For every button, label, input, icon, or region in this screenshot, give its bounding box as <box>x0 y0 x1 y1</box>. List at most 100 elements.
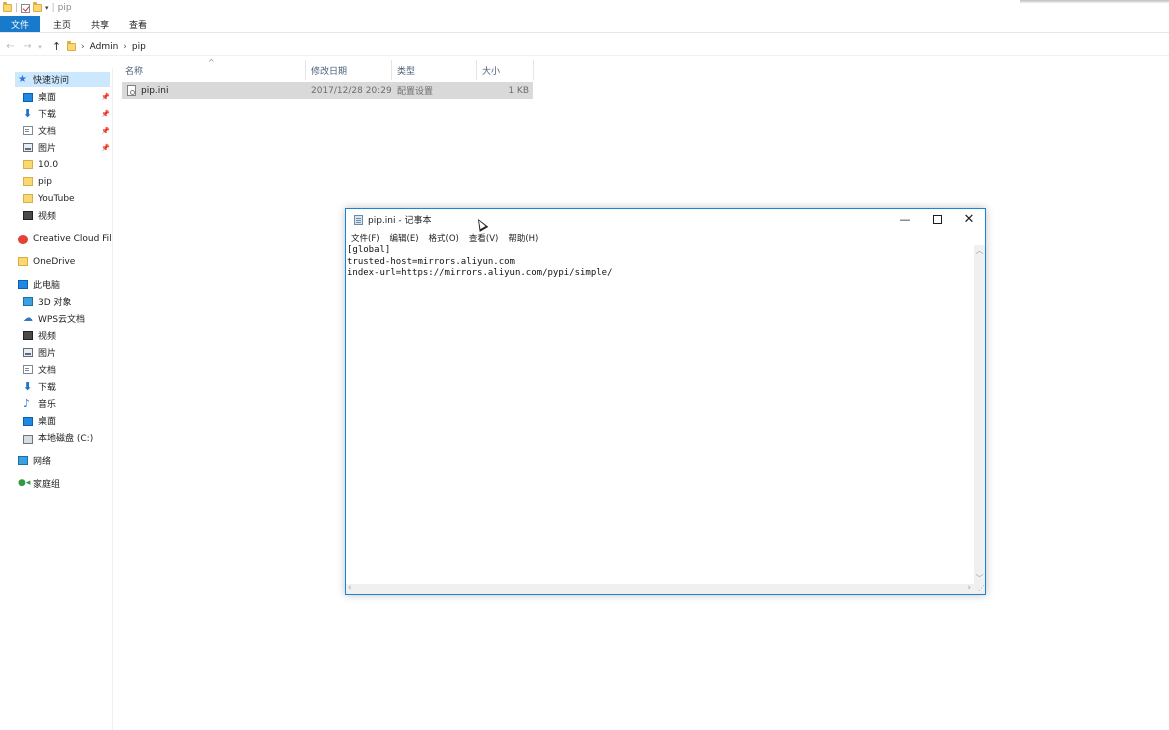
scroll-right-icon[interactable]: › <box>967 583 971 593</box>
pin-icon[interactable]: 📌 <box>101 144 110 152</box>
ribbon-tabs: 文件 主页 共享 查看 <box>0 16 1169 33</box>
sidebar-item-pc-pictures[interactable]: 图片 <box>23 345 56 360</box>
sidebar-item-desktop[interactable]: 桌面 <box>23 89 56 104</box>
vertical-scrollbar[interactable]: ︿ ﹀ <box>974 245 985 584</box>
sidebar-item-pc-desktop[interactable]: 桌面 <box>23 413 56 428</box>
notepad-title-bar[interactable]: pip.ini - 记事本 — ✕ <box>346 209 985 230</box>
notepad-title: pip.ini - 记事本 <box>368 216 432 226</box>
tab-home[interactable]: 主页 <box>43 16 81 32</box>
desktop-icon <box>23 416 33 426</box>
download-arrow-icon: ⬇ <box>23 107 33 120</box>
file-name: pip.ini <box>141 85 169 96</box>
document-icon <box>23 365 33 374</box>
column-header-type[interactable]: 类型 <box>392 60 477 80</box>
sidebar-item-quick-access[interactable]: ★ 快速访问 <box>15 72 110 87</box>
menu-view[interactable]: 查看(V) <box>469 232 498 244</box>
scroll-up-icon[interactable]: ︿ <box>974 245 985 256</box>
menu-edit[interactable]: 编辑(E) <box>390 232 419 244</box>
column-header-size[interactable]: 大小 <box>477 60 534 80</box>
sidebar-item-3d-objects[interactable]: 3D 对象 <box>23 294 72 309</box>
sidebar-item-music[interactable]: ♪ 音乐 <box>23 396 56 411</box>
horizontal-scrollbar[interactable]: ‹ › <box>346 583 974 594</box>
pin-icon[interactable]: 📌 <box>101 110 110 118</box>
sidebar-item-wps-cloud[interactable]: ☁ WPS云文档 <box>23 311 85 326</box>
maximize-button[interactable] <box>921 209 953 230</box>
folder-icon <box>3 2 12 12</box>
menu-format[interactable]: 格式(O) <box>429 232 459 244</box>
chevron-right-icon[interactable]: › <box>123 42 127 52</box>
sidebar-item-label: 下载 <box>38 110 57 120</box>
sidebar-item-pc-documents[interactable]: 文档 <box>23 362 56 377</box>
up-arrow-icon[interactable]: ↑ <box>50 40 63 53</box>
sidebar-item-documents[interactable]: 文档 <box>23 123 56 138</box>
column-header-date[interactable]: 修改日期 <box>306 60 392 80</box>
quick-access-toolbar: | ▾ | <box>3 2 55 13</box>
file-modified: 2017/12/28 20:29 <box>311 85 392 96</box>
address-bar: ← → ▾ ↑ › Admin › pip <box>0 38 1169 56</box>
close-button[interactable]: ✕ <box>953 209 985 230</box>
breadcrumb[interactable]: › Admin › pip <box>67 40 146 52</box>
notepad-icon[interactable] <box>354 214 363 225</box>
sidebar-item-onedrive[interactable]: OneDrive <box>18 254 75 269</box>
sidebar-item-label: 文档 <box>38 127 57 137</box>
scroll-left-icon[interactable]: ‹ <box>348 583 352 593</box>
sidebar-item-label: 视频 <box>38 332 57 342</box>
creative-cloud-icon <box>18 235 28 244</box>
breadcrumb-pip[interactable]: pip <box>132 42 146 52</box>
back-arrow-icon[interactable]: ← <box>4 41 17 52</box>
menu-file[interactable]: 文件(F) <box>351 232 380 244</box>
folder-icon <box>23 177 33 186</box>
tab-share[interactable]: 共享 <box>81 16 119 32</box>
resize-grip-icon[interactable]: ⋰ <box>974 584 985 594</box>
star-icon: ★ <box>18 74 27 85</box>
folder-icon <box>23 194 33 203</box>
sidebar-item-10-0[interactable]: 10.0 <box>23 157 58 172</box>
sidebar-item-label: 10.0 <box>38 159 59 170</box>
minimize-button[interactable]: — <box>889 209 921 230</box>
sidebar-item-downloads[interactable]: ⬇ 下载 <box>23 106 56 121</box>
scroll-down-icon[interactable]: ﹀ <box>974 573 985 584</box>
pin-icon[interactable]: 📌 <box>101 127 110 135</box>
tab-view[interactable]: 查看 <box>119 16 157 32</box>
chevron-right-icon[interactable]: › <box>81 42 85 52</box>
notepad-text-area[interactable]: [global] trusted-host=mirrors.aliyun.com… <box>346 245 974 584</box>
forward-arrow-icon[interactable]: → <box>21 41 34 52</box>
cloud-icon: ☁ <box>23 313 33 324</box>
video-icon <box>23 211 33 220</box>
sidebar-item-creative-cloud[interactable]: Creative Cloud Files <box>18 231 112 246</box>
download-arrow-icon: ⬇ <box>23 380 33 393</box>
sidebar-item-videos[interactable]: 视频 <box>23 208 56 223</box>
separator: | <box>15 3 19 13</box>
sidebar-item-youtube[interactable]: YouTube <box>23 191 75 206</box>
sidebar-item-label: 视频 <box>38 212 57 222</box>
pin-icon[interactable]: 📌 <box>101 93 110 101</box>
file-size: 1 KB <box>508 85 529 96</box>
sidebar-item-label: 文档 <box>38 366 57 376</box>
new-folder-icon[interactable] <box>33 2 43 12</box>
sort-ascending-icon: ^ <box>208 58 215 67</box>
sidebar-item-label: 图片 <box>38 349 57 359</box>
table-row[interactable]: pip.ini 2017/12/28 20:29 配置设置 1 KB <box>122 82 533 99</box>
sidebar-item-label: Creative Cloud Files <box>33 233 112 244</box>
sidebar-item-pictures[interactable]: 图片 <box>23 140 56 155</box>
sidebar-item-pc-downloads[interactable]: ⬇ 下载 <box>23 379 56 394</box>
sidebar-item-homegroup[interactable]: ●◂ 家庭组 <box>18 476 60 491</box>
properties-icon[interactable] <box>21 3 31 13</box>
music-note-icon: ♪ <box>23 397 31 410</box>
ini-file-icon <box>127 85 136 96</box>
sidebar-item-local-disk[interactable]: 本地磁盘 (C:) <box>23 430 93 445</box>
column-header-name[interactable]: 名称 ^ <box>120 58 306 80</box>
folder-icon <box>67 40 76 51</box>
menu-help[interactable]: 帮助(H) <box>508 232 538 244</box>
breadcrumb-admin[interactable]: Admin <box>90 42 119 52</box>
recent-locations-chevron-icon[interactable]: ▾ <box>36 43 44 51</box>
sidebar-item-pc-videos[interactable]: 视频 <box>23 328 56 343</box>
sidebar-item-pip[interactable]: pip <box>23 174 52 189</box>
sidebar-item-this-pc[interactable]: 此电脑 <box>18 277 60 292</box>
sidebar-item-label: 桌面 <box>38 417 57 427</box>
notepad-window[interactable]: pip.ini - 记事本 — ✕ 文件(F) 编辑(E) 格式(O) 查看(V… <box>345 208 986 595</box>
customize-toolbar-dropdown-icon[interactable]: ▾ <box>45 4 49 12</box>
tab-file[interactable]: 文件 <box>0 16 41 32</box>
sidebar-item-label: 家庭组 <box>33 480 61 490</box>
sidebar-item-network[interactable]: 网络 <box>18 453 51 468</box>
